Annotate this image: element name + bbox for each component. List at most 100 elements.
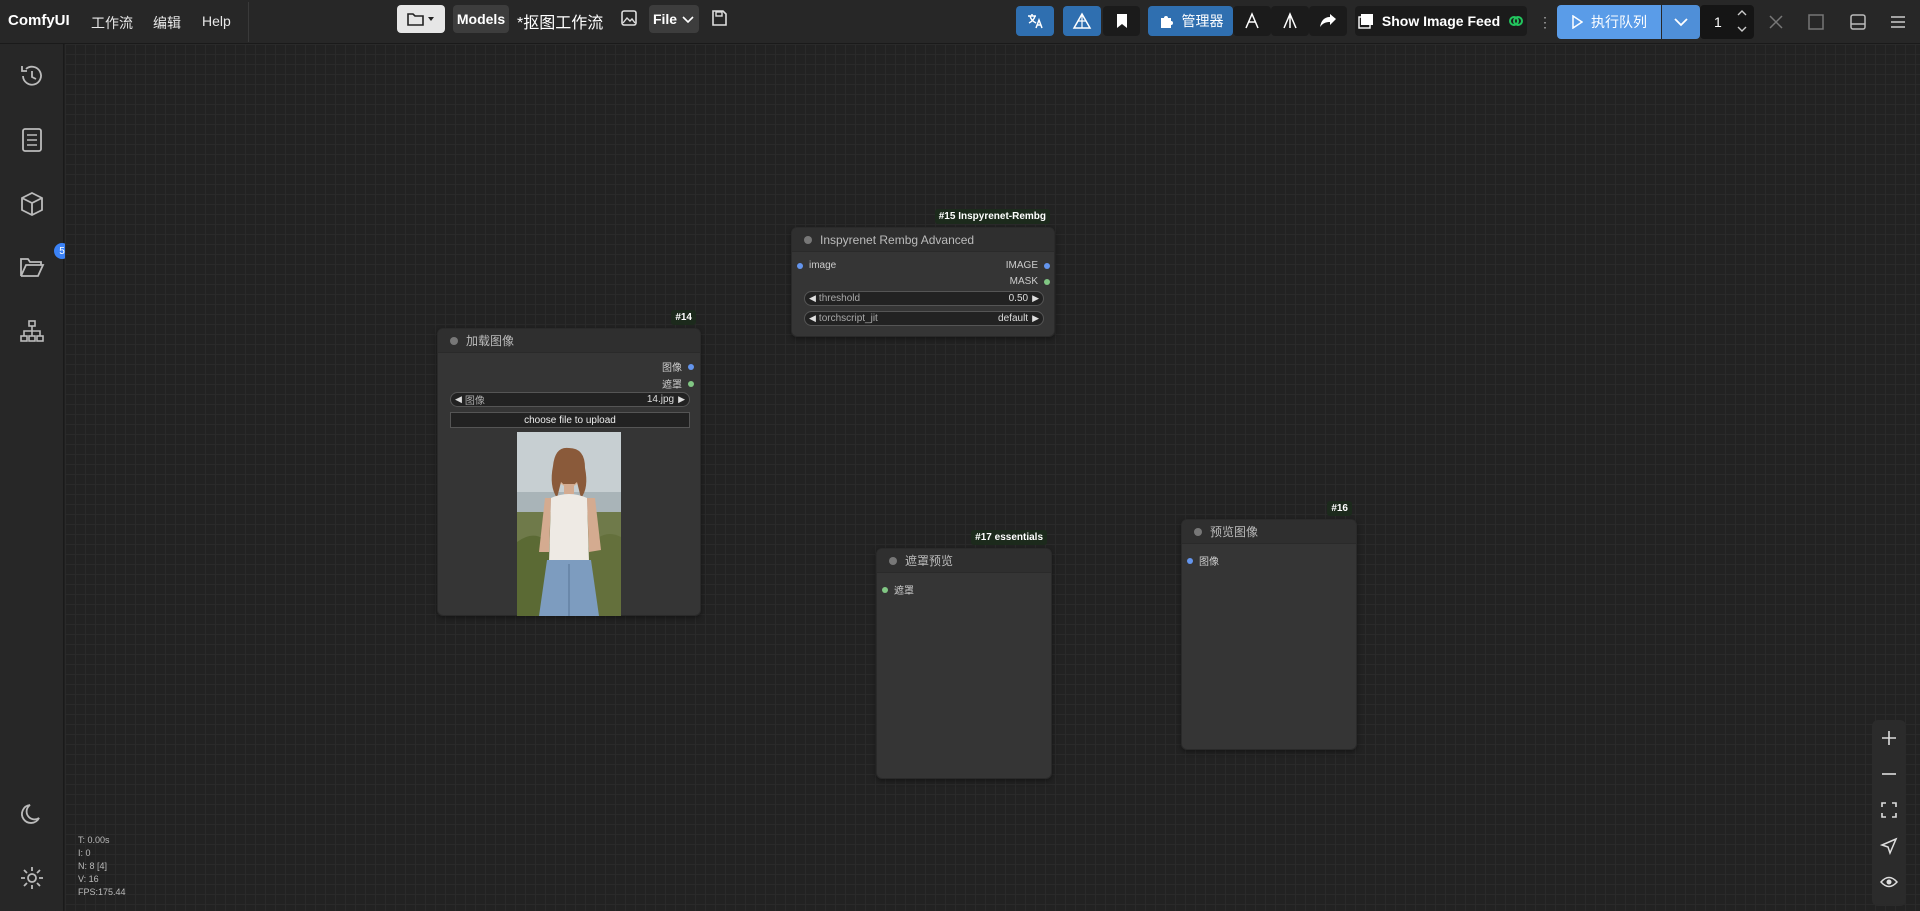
photo-thumbnail-icon	[517, 432, 621, 616]
models-button[interactable]: Models	[453, 5, 509, 33]
slot-dot-icon[interactable]	[688, 363, 694, 370]
image-icon[interactable]	[617, 6, 641, 30]
slot-dot-icon[interactable]	[688, 380, 694, 387]
stat-fps: FPS:175.44	[78, 887, 126, 897]
node-title-bar[interactable]: 加载图像	[438, 329, 700, 353]
slot-dot-icon[interactable]	[797, 262, 803, 269]
model-compare-button[interactable]	[1271, 6, 1309, 36]
node-title: 遮罩预览	[905, 554, 954, 568]
slot-dot-icon[interactable]	[1044, 262, 1050, 269]
chevron-down-icon	[682, 16, 694, 24]
manager-button[interactable]: 管理器	[1148, 6, 1233, 36]
fit-view-icon[interactable]	[1872, 793, 1906, 827]
zoom-in-icon[interactable]	[1872, 721, 1906, 755]
torchscript-combo-widget[interactable]: ◀ torchscript_jit default ▶	[804, 311, 1044, 326]
chevron-down-icon	[1674, 18, 1688, 27]
eye-icon[interactable]	[1872, 865, 1906, 899]
panel-icon[interactable]	[1846, 10, 1870, 34]
input-slot-mask[interactable]: 遮罩	[882, 582, 914, 597]
image-feed-label: Show Image Feed	[1381, 13, 1501, 29]
slot-dot-icon[interactable]	[1187, 557, 1193, 564]
widget-label: torchscript_jit	[818, 313, 878, 324]
upload-button[interactable]: choose file to upload	[450, 412, 690, 428]
arrow-right-icon[interactable]: ▶	[1032, 313, 1039, 324]
close-icon[interactable]	[1764, 10, 1788, 34]
puzzle-icon	[1160, 16, 1173, 28]
share-button[interactable]	[1309, 6, 1347, 36]
translate-button[interactable]	[1016, 6, 1054, 36]
stat-time: T: 0.00s	[78, 835, 110, 845]
slot-label: 遮罩	[662, 380, 682, 391]
history-icon[interactable]	[18, 62, 46, 90]
node-library-icon[interactable]	[18, 126, 46, 154]
node-title-bar[interactable]: 预览图像	[1182, 520, 1356, 544]
slot-dot-icon[interactable]	[1044, 278, 1050, 285]
folder-icon	[407, 13, 434, 26]
hamburger-menu-icon[interactable]	[1886, 10, 1910, 34]
collapse-dot-icon[interactable]	[804, 235, 812, 244]
increment-icon[interactable]	[1734, 6, 1750, 20]
decrement-icon[interactable]	[1734, 22, 1750, 36]
node-mask-preview[interactable]: #17 essentials 遮罩预览 遮罩	[876, 530, 1052, 779]
node-load-image[interactable]: #14 加载图像 图像 遮罩 ◀ 图像 14.jpg ▶ choose file…	[437, 310, 701, 616]
images-icon	[1358, 14, 1373, 29]
threshold-number-widget[interactable]: ◀ threshold 0.50 ▶	[804, 291, 1044, 306]
output-slot-image[interactable]: IMAGE	[1006, 260, 1050, 271]
collapse-dot-icon[interactable]	[889, 556, 897, 565]
widget-value: 0.50	[1008, 293, 1029, 304]
output-slot-image[interactable]: 图像	[662, 359, 694, 374]
bookmark-button[interactable]	[1103, 6, 1140, 36]
arrow-left-icon[interactable]: ◀	[455, 394, 462, 405]
node-title-bar[interactable]: Inspyrenet Rembg Advanced	[792, 228, 1054, 252]
menu-help[interactable]: Help	[202, 13, 231, 29]
arrow-right-icon[interactable]: ▶	[1032, 293, 1039, 304]
node-id-badge: #16	[1327, 501, 1352, 516]
zoom-out-icon[interactable]	[1872, 757, 1906, 791]
collapse-dot-icon[interactable]	[1194, 527, 1202, 536]
arrow-right-icon[interactable]: ▶	[678, 394, 685, 405]
arrow-left-icon[interactable]: ◀	[809, 313, 816, 324]
node-id-badge: #14	[671, 310, 696, 325]
menu-edit[interactable]: 编辑	[153, 13, 181, 33]
widget-label: 图像	[464, 396, 485, 407]
run-options-button[interactable]	[1662, 5, 1700, 39]
show-image-feed-button[interactable]: Show Image Feed	[1355, 6, 1527, 36]
app-brand: ComfyUI	[8, 12, 70, 29]
run-queue-button[interactable]: 执行队列	[1557, 5, 1661, 39]
node-tool-button[interactable]	[1063, 6, 1101, 36]
square-icon[interactable]	[1804, 10, 1828, 34]
stat-nodes: N: 8 [4]	[78, 861, 108, 871]
input-slot-image[interactable]: image	[797, 260, 836, 271]
collapse-dot-icon[interactable]	[450, 336, 458, 345]
image-combo-widget[interactable]: ◀ 图像 14.jpg ▶	[450, 392, 690, 407]
widget-value: default	[998, 313, 1029, 324]
moon-icon[interactable]	[18, 800, 46, 828]
menu-workflow[interactable]: 工作流	[91, 13, 133, 33]
save-icon[interactable]	[707, 6, 731, 30]
navigate-arrow-icon[interactable]	[1872, 829, 1906, 863]
queue-folder-icon[interactable]: 5	[18, 243, 70, 281]
arrow-left-icon[interactable]: ◀	[809, 293, 816, 304]
slot-label: 图像	[662, 363, 682, 374]
node-preview-image[interactable]: #16 预览图像 图像	[1181, 501, 1357, 750]
input-slot-image[interactable]: 图像	[1187, 553, 1219, 568]
node-title: 预览图像	[1210, 525, 1259, 539]
node-title-bar[interactable]: 遮罩预览	[877, 549, 1051, 573]
more-vertical-icon[interactable]: ⋮	[1537, 12, 1553, 32]
slot-dot-icon[interactable]	[882, 586, 888, 593]
workflow-title[interactable]: *抠图工作流	[517, 9, 603, 33]
file-menu-button[interactable]: File	[649, 5, 699, 33]
node-id-badge: #15 Inspyrenet-Rembg	[934, 209, 1050, 224]
model-library-icon[interactable]	[18, 190, 46, 218]
workflows-tree-icon[interactable]	[18, 317, 46, 345]
play-icon	[1572, 15, 1583, 29]
model-merge-button[interactable]	[1233, 6, 1271, 36]
settings-gear-icon[interactable]	[18, 864, 46, 892]
node-inspyrenet-rembg[interactable]: #15 Inspyrenet-Rembg Inspyrenet Rembg Ad…	[791, 209, 1055, 337]
graph-canvas[interactable]	[65, 44, 1920, 911]
workflow-browser-button[interactable]	[397, 5, 445, 33]
output-slot-mask[interactable]: MASK	[1010, 276, 1050, 287]
output-slot-mask[interactable]: 遮罩	[662, 376, 694, 391]
top-bar: ComfyUI 工作流 编辑 Help Models *抠图工作流 File 管…	[0, 0, 1920, 44]
run-queue-label: 执行队列	[1591, 14, 1647, 30]
